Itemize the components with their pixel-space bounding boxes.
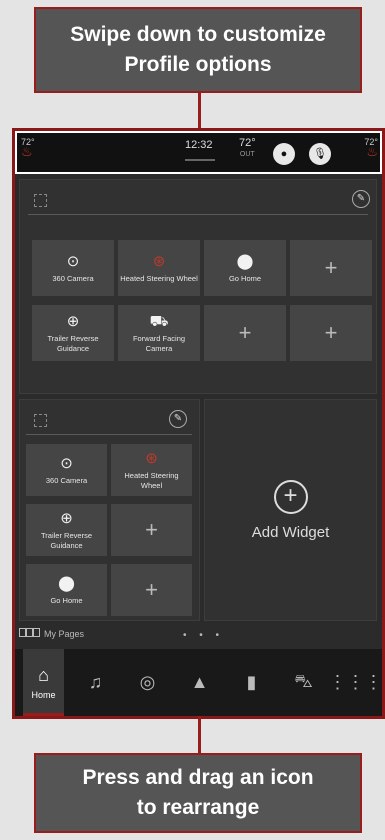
home-icon: ⌂ bbox=[38, 665, 49, 685]
location-pin-icon: ⬤ bbox=[236, 252, 254, 270]
heated-seat-icon: ♨ bbox=[366, 144, 378, 159]
tile-360-camera[interactable]: ⊙ 360 Camera bbox=[32, 240, 114, 296]
heated-steering-wheel-icon: ⊛ bbox=[152, 252, 166, 270]
outside-temperature: 72° OUT bbox=[239, 137, 256, 159]
bottom-navigation-bar: ⌂ Home ♫ ◎ ▲ ▮ ⛍ ⋮⋮⋮ bbox=[15, 649, 382, 716]
music-icon: ♫ bbox=[88, 672, 103, 692]
nav-media[interactable]: ♫ bbox=[75, 649, 116, 716]
status-bar[interactable]: 72° ♨ 12:32 72° OUT ● 🎙 72° ♨ bbox=[15, 131, 382, 174]
nav-comfort[interactable]: ◎ bbox=[127, 649, 168, 716]
nav-vehicle[interactable]: ⛍ bbox=[283, 649, 324, 716]
comfort-icon: ◎ bbox=[139, 672, 156, 692]
add-widget-label: Add Widget bbox=[251, 523, 330, 541]
camera-360-icon: ⊙ bbox=[60, 454, 73, 472]
add-widget-button[interactable]: + Add Widget bbox=[204, 399, 377, 621]
tile-forward-facing-camera[interactable]: ⛟ Forward Facing Camera bbox=[118, 305, 200, 361]
tile-heated-steering-wheel[interactable]: ⊛ Heated Steering Wheel bbox=[118, 240, 200, 296]
trailer-icon: ⊕ bbox=[60, 509, 73, 527]
passenger-seat-control[interactable]: 72° ♨ bbox=[364, 137, 378, 159]
heated-steering-wheel-icon: ⊛ bbox=[145, 449, 158, 467]
expand-icon[interactable] bbox=[34, 414, 47, 427]
trailer-icon: ⊕ bbox=[66, 312, 80, 330]
tile-add-shortcut[interactable]: + bbox=[290, 240, 372, 296]
phone-icon: ▮ bbox=[246, 672, 257, 692]
widget-divider bbox=[26, 434, 192, 435]
plus-icon: + bbox=[145, 517, 158, 542]
my-pages-button[interactable]: My Pages bbox=[19, 628, 84, 639]
plus-icon: + bbox=[238, 320, 252, 345]
widget-divider bbox=[28, 214, 368, 215]
nav-phone[interactable]: ▮ bbox=[231, 649, 272, 716]
tile-360-camera[interactable]: ⊙ 360 Camera bbox=[26, 444, 107, 496]
pages-icon bbox=[19, 628, 40, 639]
nav-navigation[interactable]: ▲ bbox=[179, 649, 220, 716]
clock: 12:32 bbox=[185, 139, 213, 151]
person-icon[interactable]: ● bbox=[273, 143, 295, 165]
location-pin-icon: ⬤ bbox=[58, 574, 75, 592]
driver-seat-control[interactable]: 72° ♨ bbox=[21, 137, 35, 159]
plus-circle-icon: + bbox=[273, 479, 308, 514]
plus-icon: + bbox=[324, 320, 338, 345]
tile-add-shortcut[interactable]: + bbox=[111, 564, 192, 616]
edit-pencil-icon[interactable]: ✎ bbox=[352, 190, 370, 208]
tile-add-shortcut[interactable]: + bbox=[290, 305, 372, 361]
plus-icon: + bbox=[324, 255, 338, 280]
callout-connector-top bbox=[198, 93, 201, 131]
edit-pencil-icon[interactable]: ✎ bbox=[169, 410, 187, 428]
tile-trailer-reverse-guidance[interactable]: ⊕ Trailer Reverse Guidance bbox=[26, 504, 107, 556]
callout-swipe-down: Swipe down to customize Profile options bbox=[34, 7, 362, 93]
tile-add-shortcut[interactable]: + bbox=[204, 305, 286, 361]
microphone-icon[interactable]: 🎙 bbox=[309, 143, 331, 165]
callout-connector-bottom bbox=[198, 716, 201, 753]
expand-icon[interactable] bbox=[34, 194, 47, 207]
tile-go-home[interactable]: ⬤ Go Home bbox=[26, 564, 107, 616]
tile-heated-steering-wheel[interactable]: ⊛ Heated Steering Wheel bbox=[111, 444, 192, 496]
shortcut-widget-small[interactable]: ✎ ⊙ 360 Camera ⊛ Heated Steering Wheel ⊕… bbox=[19, 399, 200, 621]
infotainment-screen: 72° ♨ 12:32 72° OUT ● 🎙 72° ♨ ✎ ⊙ 360 Ca… bbox=[12, 128, 385, 719]
heated-seat-icon: ♨ bbox=[21, 144, 33, 159]
plus-icon: + bbox=[145, 577, 158, 602]
vehicle-icon: ⛍ bbox=[294, 670, 313, 691]
apps-grid-icon: ⋮⋮⋮ bbox=[328, 672, 383, 692]
navigation-icon: ▲ bbox=[190, 672, 209, 692]
tile-go-home[interactable]: ⬤ Go Home bbox=[204, 240, 286, 296]
nav-apps[interactable]: ⋮⋮⋮ bbox=[329, 649, 383, 716]
tile-trailer-reverse-guidance[interactable]: ⊕ Trailer Reverse Guidance bbox=[32, 305, 114, 361]
tile-add-shortcut[interactable]: + bbox=[111, 504, 192, 556]
forward-camera-icon: ⛟ bbox=[149, 312, 169, 330]
page-indicator[interactable]: • • • bbox=[183, 630, 224, 641]
callout-press-drag: Press and drag an icon to rearrange bbox=[34, 753, 362, 833]
drag-handle[interactable] bbox=[185, 159, 215, 161]
camera-360-icon: ⊙ bbox=[66, 252, 80, 270]
shortcut-widget-large[interactable]: ✎ ⊙ 360 Camera ⊛ Heated Steering Wheel ⬤… bbox=[19, 179, 377, 394]
nav-home[interactable]: ⌂ Home bbox=[23, 649, 64, 716]
